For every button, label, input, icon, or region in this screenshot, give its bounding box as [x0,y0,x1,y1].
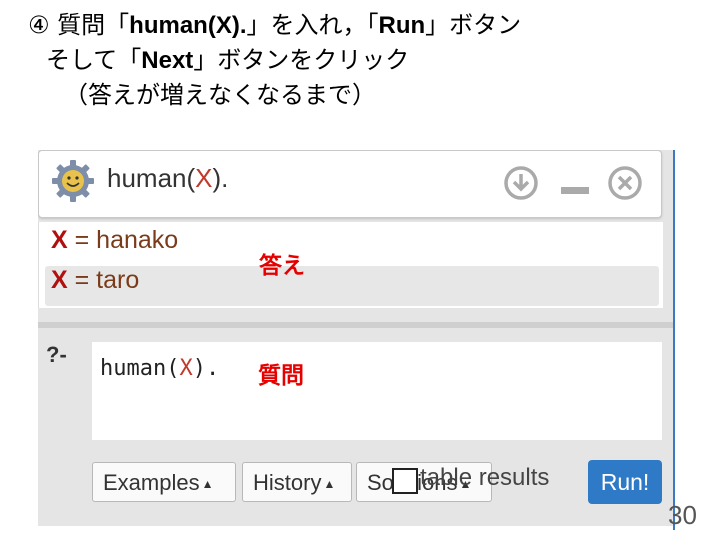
answer-row[interactable]: X = taro [45,266,659,306]
heading-line-1: ④ 質問「human(X).」を入れ，「Run」ボタン [28,8,688,43]
heading-text: そして「 [46,46,142,74]
step-mark: ④ [28,11,50,39]
run-button[interactable]: Run! [588,460,662,504]
download-icon[interactable] [503,165,539,201]
heading-next: Next [141,47,194,74]
pane-divider[interactable] [38,322,674,328]
answer-variable: X [51,226,68,254]
query-close: ). [212,163,229,193]
page-number: 30 [668,500,697,530]
heading-query: human(X). [129,12,247,39]
answer-value: = hanako [67,226,179,254]
answer-value: = taro [67,266,140,294]
answer-annotation: 答え [259,253,305,279]
swish-panel: human(X). X = hanako X = taro 答え ?- huma… [38,150,674,526]
caret-up-icon: ▲ [201,477,214,492]
gear-icon [52,160,94,202]
slide-heading: ④ 質問「human(X).」を入れ，「Run」ボタン そして「Next」ボタン… [28,8,688,112]
query-code[interactable]: human(X). [100,356,219,381]
answer-variable: X [51,266,68,294]
checkbox-icon[interactable] [392,468,418,494]
heading-text: 」を入れ，「 [246,11,379,39]
heading-text: 」ボタン [425,11,522,39]
code-close: ). [192,356,220,381]
history-button[interactable]: History ▲ [242,462,352,502]
answer-list: X = hanako X = taro 答え [38,222,663,308]
examples-label: Examples [103,470,200,495]
code-predicate: human [100,356,167,381]
heading-text: 質問「 [57,11,130,39]
question-annotation: 質問 [258,363,304,389]
minimize-icon[interactable] [557,165,593,201]
query-variable: X [195,163,213,193]
code-open: ( [166,356,180,381]
query-predicate: human( [107,163,196,193]
heading-line-3: （答えが増えなくなるまで） [64,81,376,109]
answer-row[interactable]: X = hanako [45,226,659,266]
heading-run: Run [378,12,426,39]
panel-edge [673,150,675,530]
query-header: human(X). [38,150,662,218]
history-label: History [253,470,322,495]
heading-text: 」ボタンをクリック [193,46,410,74]
code-variable: X [179,356,193,381]
query-prompt: ?- [46,342,67,367]
examples-button[interactable]: Examples ▲ [92,462,236,502]
heading-line-2: そして「Next」ボタンをクリック [28,43,688,78]
caret-up-icon: ▲ [323,477,336,492]
close-icon[interactable] [607,165,643,201]
query-title: human(X). [107,163,228,194]
